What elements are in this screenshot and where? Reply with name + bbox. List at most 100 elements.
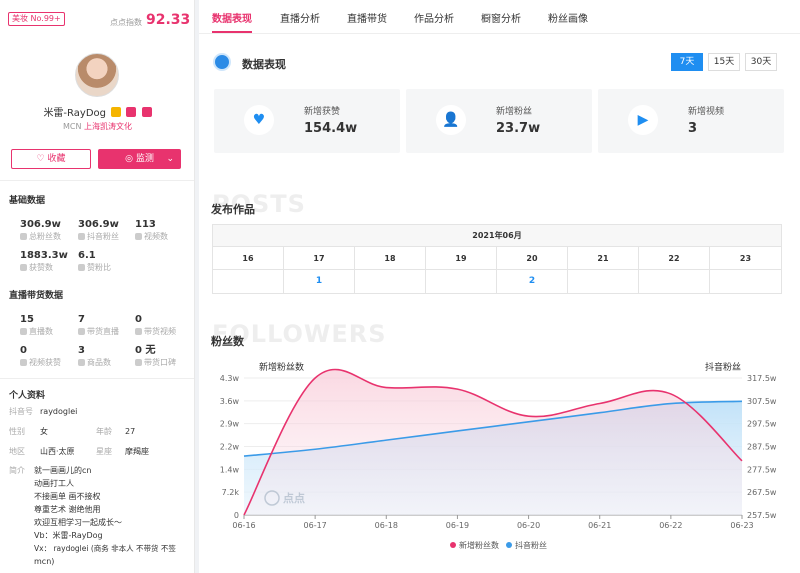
star-icon xyxy=(135,359,142,366)
range-7d[interactable]: 7天 xyxy=(671,53,703,71)
fans-icon xyxy=(20,233,27,240)
like-icon xyxy=(20,359,27,366)
favorite-button[interactable]: ♡ 收藏 xyxy=(11,149,91,169)
monitor-button[interactable]: ◎ 监测 ⌄ xyxy=(98,149,181,169)
bio-line: Vb：米雷-RayDog xyxy=(34,531,103,540)
logo-text: 点点 xyxy=(283,491,305,505)
tab-bar: 数据表现 直播分析 直播带货 作品分析 橱窗分析 粉丝画像 xyxy=(199,0,800,34)
tab-works-analysis[interactable]: 作品分析 xyxy=(414,10,454,25)
sidebar: 美妆 No.99+ 点点指数 92.33 米雷-RayDog MCN 上海凯涛文… xyxy=(0,0,195,573)
stat-total-fans: 306.9w 总粉丝数 xyxy=(20,219,61,241)
legend-marker xyxy=(450,542,456,548)
left-tick-label: 1.4w xyxy=(220,465,240,474)
stat-reputation: 0 无 带货口碑 xyxy=(135,345,176,367)
stat-videos: 113 视频数 xyxy=(135,219,168,241)
live-icon xyxy=(20,328,27,335)
zodiac-label: 星座 xyxy=(96,447,112,456)
tab-showcase-analysis[interactable]: 橱窗分析 xyxy=(481,10,521,25)
calendar-count xyxy=(426,270,497,293)
calendar-month: 2021年06月 xyxy=(213,225,781,247)
calendar-count xyxy=(213,270,284,293)
metric-card-videos: ▶ 新增视频 3 xyxy=(598,89,784,153)
stat-douyin-fans: 306.9w 抖音粉丝 xyxy=(78,219,119,241)
zodiac-value: 摩羯座 xyxy=(125,447,149,456)
video-icon xyxy=(135,328,142,335)
rank-badge[interactable]: 美妆 No.99+ xyxy=(8,12,65,26)
age-label: 年龄 xyxy=(96,427,112,436)
metric-label: 新增视频 xyxy=(688,107,725,117)
influencer-name: 米雷-RayDog xyxy=(43,108,106,119)
personal-info-title: 个人资料 xyxy=(9,391,46,401)
x-tick-label: 06-23 xyxy=(730,521,753,530)
stat-products: 3 商品数 xyxy=(78,345,111,367)
x-tick-label: 06-17 xyxy=(304,521,327,530)
user-plus-icon: 👤 xyxy=(436,105,466,135)
calendar-day: 20 xyxy=(497,247,568,270)
stat-like-fan-ratio: 6.1 赞粉比 xyxy=(78,250,111,272)
range-15d[interactable]: 15天 xyxy=(708,53,740,71)
calendar-day: 23 xyxy=(710,247,781,270)
left-tick-label: 4.3w xyxy=(220,374,240,383)
calendar-day: 21 xyxy=(568,247,639,270)
calendar-day: 17 xyxy=(284,247,355,270)
live-data-title: 直播带货数据 xyxy=(9,291,64,301)
mcn-name[interactable]: 上海凯涛文化 xyxy=(84,122,132,131)
calendar-count[interactable]: 2 xyxy=(497,270,568,293)
x-tick-label: 06-19 xyxy=(446,521,469,530)
stat-live-count: 15 直播数 xyxy=(20,314,53,336)
tab-fan-portrait[interactable]: 粉丝画像 xyxy=(548,10,588,25)
left-tick-label: 0 xyxy=(234,511,239,520)
monitor-button-label: 监测 xyxy=(135,154,154,164)
metric-label: 新增粉丝 xyxy=(496,107,533,117)
heart-icon: ♥ xyxy=(244,105,274,135)
score-label: 点点指数 xyxy=(110,18,142,27)
video-icon xyxy=(135,233,142,240)
basic-data-title: 基础数据 xyxy=(9,196,46,206)
tab-performance[interactable]: 数据表现 xyxy=(212,10,252,25)
divider xyxy=(0,378,194,379)
calendar-count[interactable]: 1 xyxy=(284,270,355,293)
followers-chart: 0 7.2k 1.4w 2.2w 2.9w 3.6w 4.3w 257.5w 267.5w 27… xyxy=(220,368,777,550)
douyin-id-value: raydoglei xyxy=(40,407,78,416)
name-row: 米雷-RayDog xyxy=(0,104,194,119)
stat-video-likes: 0 视频获赞 xyxy=(20,345,61,367)
region-label: 地区 xyxy=(9,447,25,456)
mcn-row: MCN 上海凯涛文化 xyxy=(0,121,194,132)
left-axis-ticks: 0 7.2k 1.4w 2.2w 2.9w 3.6w 4.3w xyxy=(220,374,240,520)
divider xyxy=(0,180,194,181)
active-tab-indicator xyxy=(212,31,252,33)
mcn-label: MCN xyxy=(62,122,82,131)
target-icon: ◎ xyxy=(125,154,133,164)
x-axis-ticks: 06-16 06-17 06-18 06-19 06-20 06-21 06-22 06-23 xyxy=(232,515,754,530)
range-30d[interactable]: 30天 xyxy=(745,53,777,71)
metric-value: 23.7w xyxy=(496,121,541,136)
chevron-down-icon[interactable]: ⌄ xyxy=(166,149,174,169)
cart-icon xyxy=(78,328,85,335)
bio-line: 不接画单 画不接权 xyxy=(34,492,101,501)
calendar-count xyxy=(568,270,639,293)
metric-label: 新增获赞 xyxy=(304,107,341,117)
calendar-day: 18 xyxy=(355,247,426,270)
stat-sales-video: 0 带货视频 xyxy=(135,314,176,336)
level-badge-icon xyxy=(111,107,122,117)
posts-title: 发布作品 xyxy=(211,203,255,216)
metric-card-likes: ♥ 新增获赞 154.4w xyxy=(214,89,400,153)
like-icon xyxy=(20,264,27,271)
product-icon xyxy=(78,359,85,366)
left-tick-label: 2.2w xyxy=(220,443,240,452)
play-icon: ▶ xyxy=(628,105,658,135)
metric-card-fans: 👤 新增粉丝 23.7w xyxy=(406,89,592,153)
left-tick-label: 7.2k xyxy=(222,488,240,497)
shop-badge-icon xyxy=(126,107,137,117)
calendar-day: 16 xyxy=(213,247,284,270)
left-tick-label: 2.9w xyxy=(220,420,240,429)
tab-live-analysis[interactable]: 直播分析 xyxy=(280,10,320,25)
metric-value: 154.4w xyxy=(304,121,358,136)
right-tick-label: 297.5w xyxy=(747,420,777,429)
tab-live-sales[interactable]: 直播带货 xyxy=(347,10,387,25)
section-title: 数据表现 xyxy=(242,58,286,71)
followers-title: 粉丝数 xyxy=(211,335,244,348)
right-tick-label: 257.5w xyxy=(747,511,777,520)
avatar[interactable] xyxy=(75,53,119,97)
gender-label: 性别 xyxy=(9,427,25,436)
